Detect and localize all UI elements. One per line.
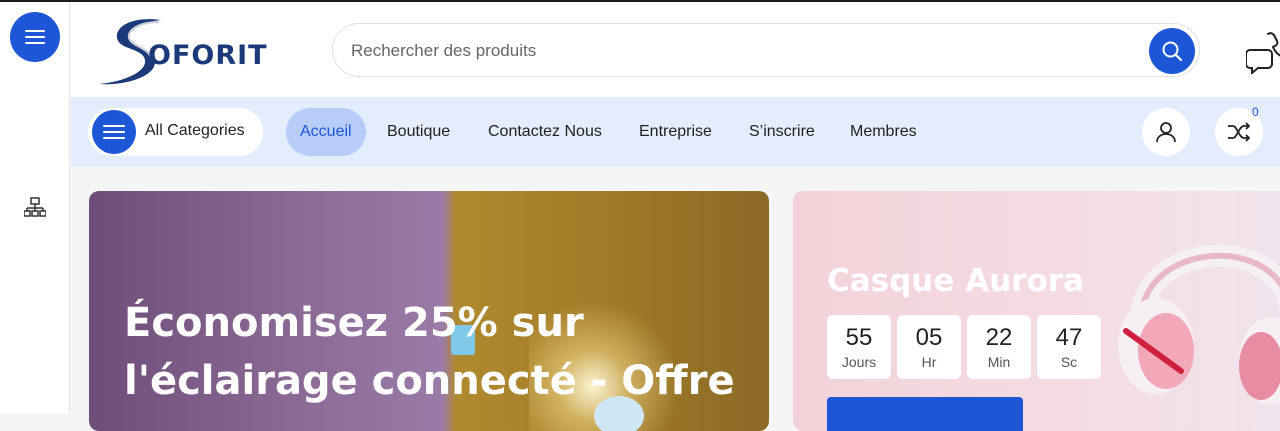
phone-chat-icon[interactable] — [1246, 30, 1280, 74]
countdown-unit: Hr — [921, 354, 937, 370]
left-rail — [0, 2, 70, 413]
promo-card[interactable]: Casque Aurora 55 Jours 05 Hr 22 Min 47 S… — [793, 191, 1280, 431]
hero-title: Économisez 25% sur l'éclairage connecté … — [124, 300, 735, 404]
countdown-timer: 55 Jours 05 Hr 22 Min 47 Sc — [827, 315, 1101, 379]
countdown-value: 05 — [915, 324, 943, 351]
hero-banner[interactable]: Économisez 25% sur l'éclairage connecté … — [89, 191, 769, 431]
countdown-hours: 05 Hr — [897, 315, 961, 379]
countdown-value: 47 — [1055, 324, 1083, 351]
categories-menu-toggle[interactable] — [92, 110, 136, 154]
headphones-image — [1118, 244, 1280, 405]
promo-title: Casque Aurora — [827, 263, 1085, 299]
shuffle-compare-icon — [1228, 122, 1251, 142]
sitemap-icon[interactable] — [24, 197, 46, 219]
menu-icon — [25, 30, 45, 44]
nav-item-accueil[interactable]: Accueil — [286, 108, 366, 156]
countdown-minutes: 22 Min — [967, 315, 1031, 379]
nav-item-boutique[interactable]: Boutique — [387, 108, 450, 156]
rail-menu-button[interactable] — [10, 12, 60, 62]
search-bar — [332, 23, 1200, 77]
countdown-unit: Jours — [841, 354, 877, 370]
account-button[interactable] — [1142, 108, 1190, 156]
user-icon — [1156, 122, 1176, 143]
countdown-seconds: 47 Sc — [1037, 315, 1101, 379]
nav-item-sinscrire[interactable]: S’inscrire — [749, 108, 815, 156]
main-navbar: All Categories Accueil Boutique Contacte… — [71, 97, 1280, 167]
countdown-value: 55 — [845, 324, 873, 351]
search-icon — [1162, 41, 1183, 62]
countdown-value: 22 — [985, 324, 1013, 351]
all-categories-button[interactable]: All Categories — [88, 108, 263, 156]
nav-item-membres[interactable]: Membres — [850, 108, 917, 156]
site-header: OFORIT — [71, 2, 1280, 97]
search-button[interactable] — [1149, 28, 1195, 74]
all-categories-label: All Categories — [145, 122, 245, 139]
countdown-days: 55 Jours — [827, 315, 891, 379]
compare-count-badge: 0 — [1252, 105, 1259, 119]
site-logo[interactable]: OFORIT — [93, 12, 293, 87]
nav-item-entreprise[interactable]: Entreprise — [639, 108, 712, 156]
search-input[interactable] — [351, 36, 1131, 66]
promo-cta-button[interactable] — [827, 397, 1023, 431]
logo-text: OFORIT — [148, 40, 268, 71]
menu-icon — [103, 125, 125, 139]
nav-item-contactez-nous[interactable]: Contactez Nous — [488, 108, 602, 156]
countdown-unit: Sc — [1060, 354, 1078, 370]
countdown-unit: Min — [987, 354, 1011, 370]
